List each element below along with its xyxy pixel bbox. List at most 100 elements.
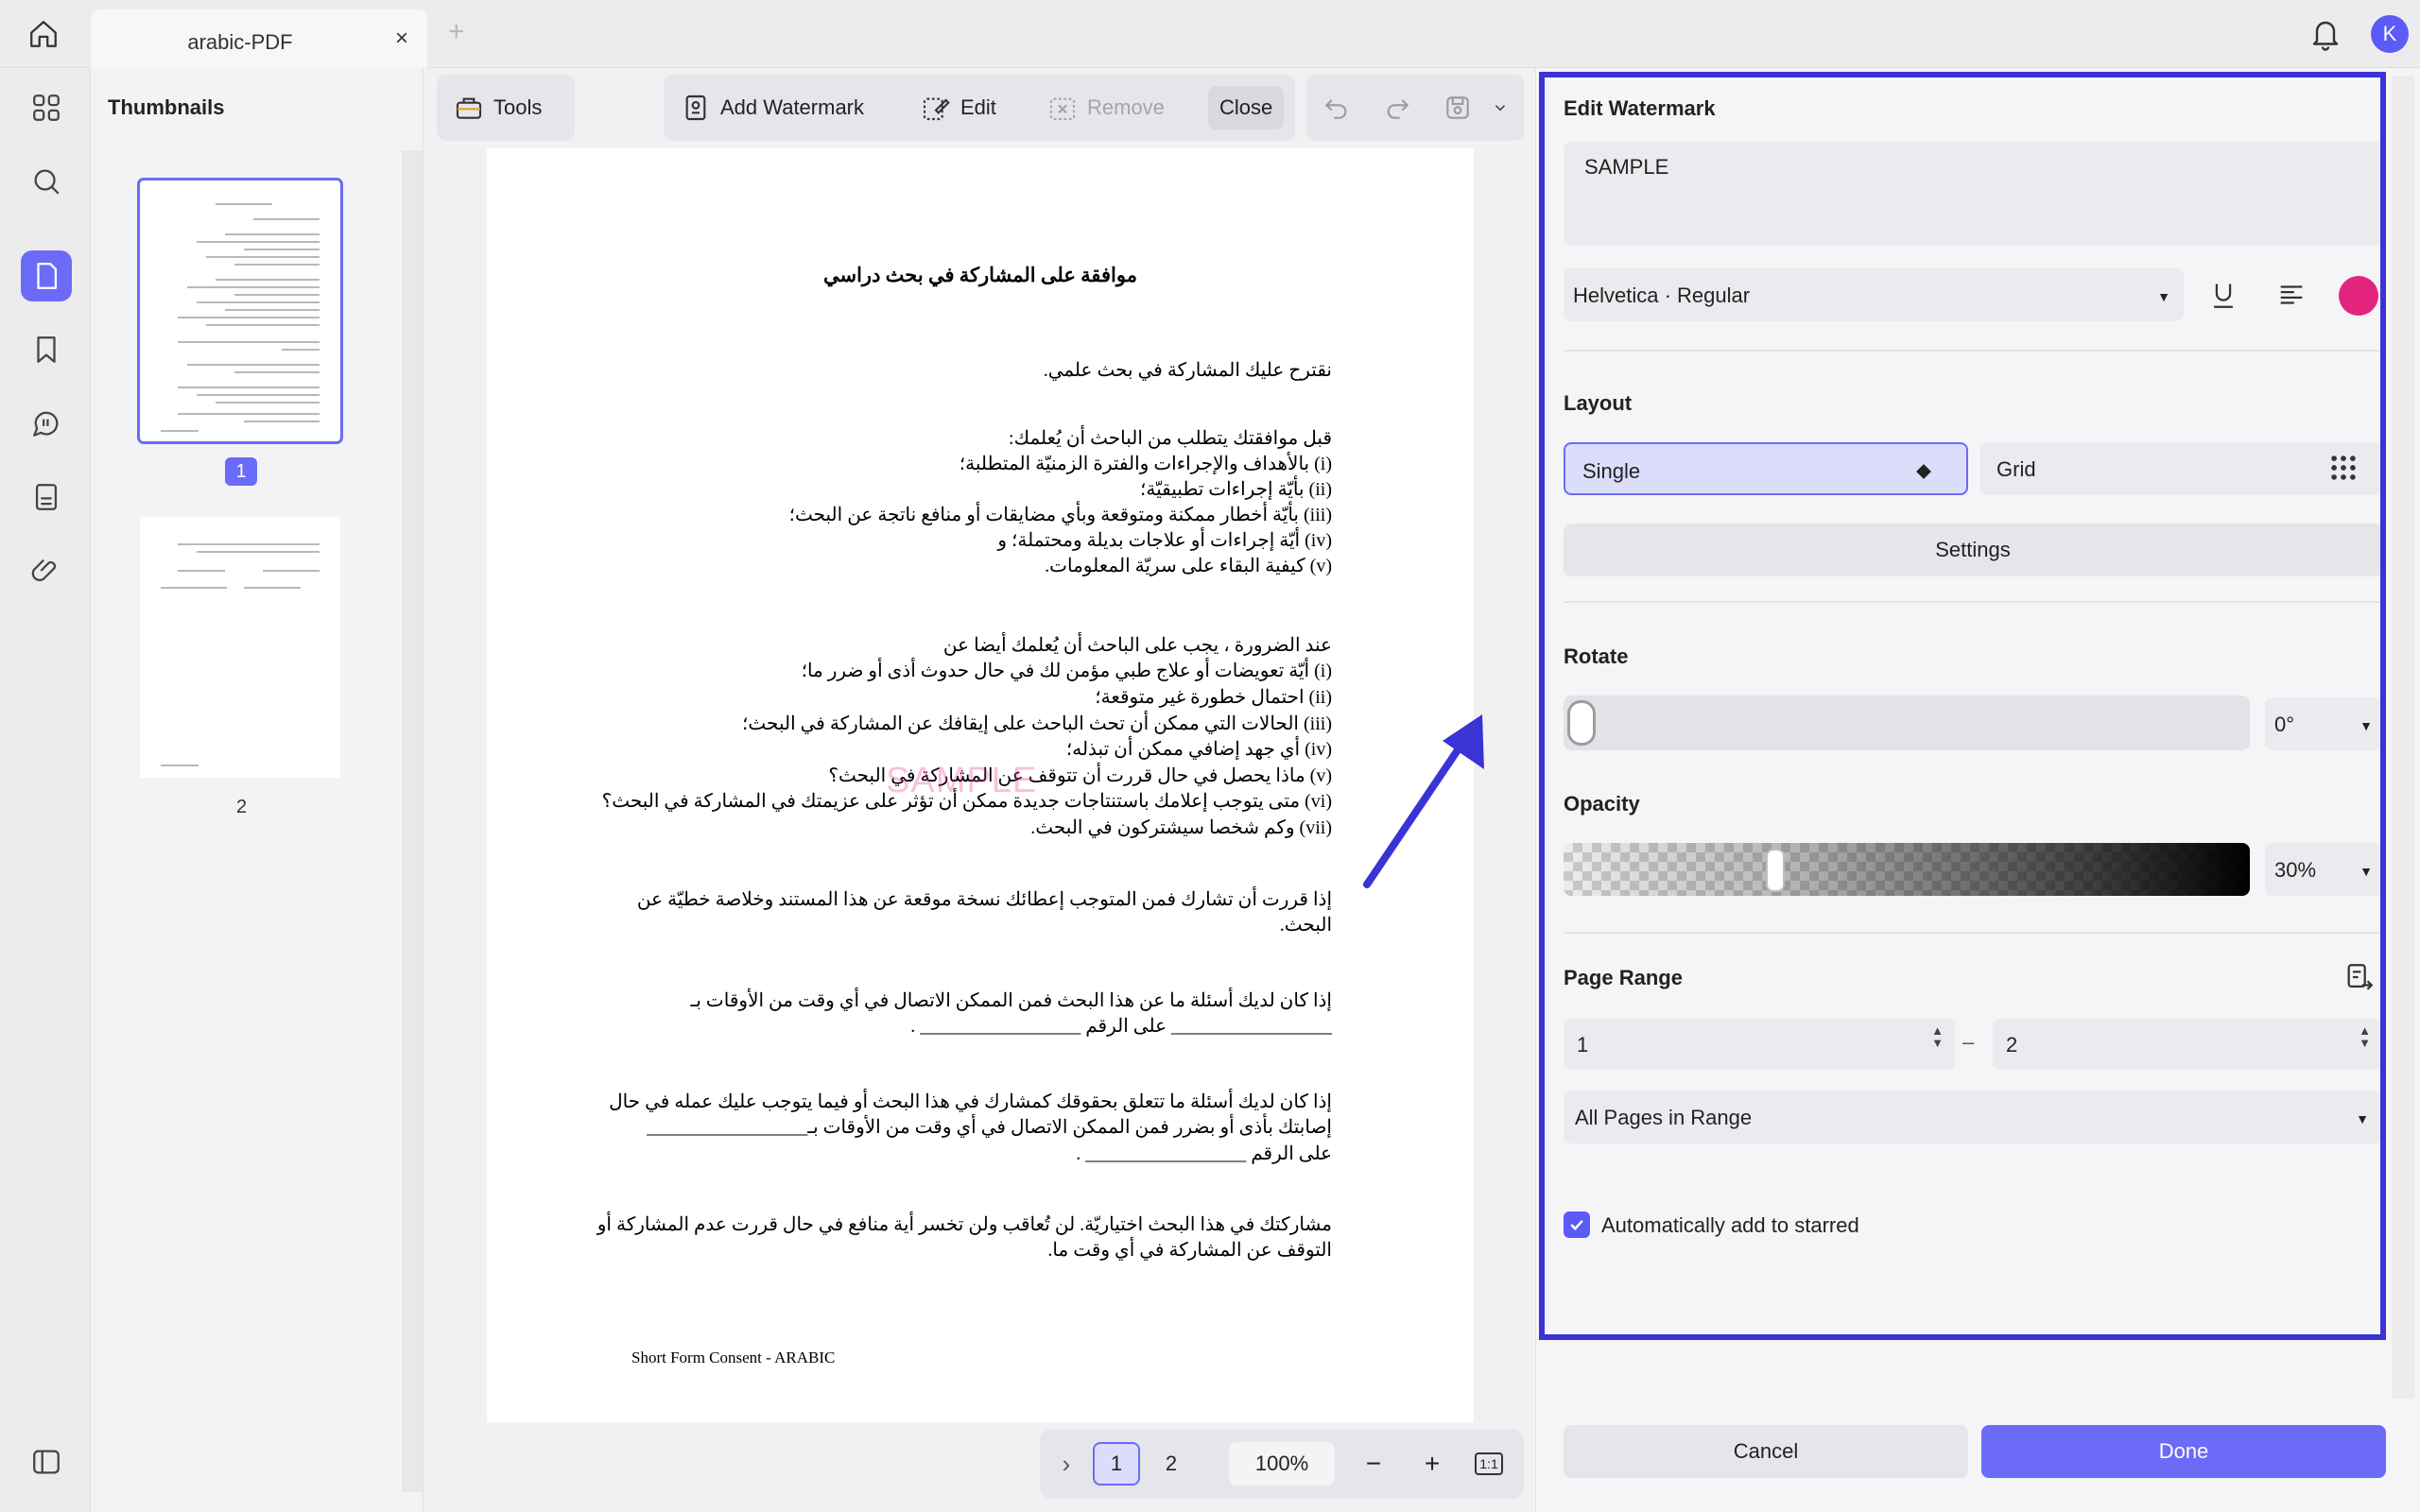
range-to-input[interactable]: 2 ▲▼ xyxy=(1993,1019,2382,1070)
doc-line: (vii) وكم شخصا سيشتركون في البحث. xyxy=(1030,816,1332,839)
thumbnails-title: Thumbnails xyxy=(108,95,224,120)
align-icon[interactable] xyxy=(2271,274,2312,316)
done-button[interactable]: Done xyxy=(1981,1425,2386,1478)
doc-line: إذا كان لديك أسئلة ما عن هذا البحث فمن ا… xyxy=(691,988,1333,1012)
font-value: Helvetica · Regular xyxy=(1573,284,1750,307)
rotate-value-select[interactable]: 0° ▼ xyxy=(2265,697,2382,750)
settings-button[interactable]: Settings xyxy=(1564,524,2382,576)
watermark-text-input[interactable]: SAMPLE xyxy=(1564,142,2382,246)
cancel-button[interactable]: Cancel xyxy=(1564,1425,1968,1478)
range-from-stepper-icon[interactable]: ▲▼ xyxy=(1931,1024,1944,1049)
page-thumbnail-1[interactable] xyxy=(140,180,340,441)
search-icon[interactable] xyxy=(21,156,72,207)
doc-line: (ii) بأيّة إجراءات تطبيقيّة؛ xyxy=(1140,477,1332,501)
page-icon[interactable] xyxy=(21,250,72,301)
doc-line: إذا كان لديك أسئلة ما تتعلق بحقوقك كمشار… xyxy=(609,1090,1332,1113)
remove-button[interactable]: Remove xyxy=(1036,86,1176,129)
bookmark-icon[interactable] xyxy=(21,324,72,375)
panel-scrollbar[interactable] xyxy=(2392,76,2414,1399)
rotate-slider-thumb[interactable] xyxy=(1567,700,1596,746)
watermark-toolbar: Add Watermark Edit Remove Close xyxy=(664,75,1295,141)
opacity-slider-thumb[interactable] xyxy=(1766,849,1785,892)
page-navigation: › 1 2 100% − + 1:1 xyxy=(1040,1429,1524,1499)
add-watermark-label: Add Watermark xyxy=(720,95,864,120)
layout-label: Layout xyxy=(1564,391,1632,416)
layout-single-option[interactable]: Single xyxy=(1564,442,1968,495)
doc-line: عند الضرورة ، يجب على الباحث أن يُعلمك أ… xyxy=(943,633,1332,657)
opacity-caret-icon: ▼ xyxy=(2360,864,2373,879)
tools-label: Tools xyxy=(493,95,542,120)
edit-label: Edit xyxy=(960,95,996,120)
doc-line: إذا قررت أن تشارك فمن المتوجب إعطائك نسخ… xyxy=(637,887,1332,911)
page-range-options-icon[interactable] xyxy=(2339,956,2380,998)
doc-line: على الرقم _________________ . xyxy=(1076,1142,1332,1165)
text-color-swatch[interactable] xyxy=(2339,276,2378,316)
opacity-slider[interactable] xyxy=(1564,843,2250,896)
tools-group: Tools xyxy=(437,75,575,141)
pdf-page: موافقة على المشاركة في بحث دراسي نقترح ع… xyxy=(487,148,1474,1422)
zoom-out-icon[interactable]: − xyxy=(1352,1442,1395,1486)
font-dropdown[interactable]: Helvetica · Regular ▼ xyxy=(1564,268,2184,321)
divider xyxy=(1564,932,2382,934)
user-avatar[interactable]: K xyxy=(2371,15,2409,53)
attachment-icon[interactable] xyxy=(21,545,72,596)
layout-single-label: Single xyxy=(1582,459,1640,483)
save-menu-chevron-icon[interactable] xyxy=(1488,86,1512,129)
sidebar-toggle-icon[interactable] xyxy=(21,1436,72,1487)
auto-star-label[interactable]: Automatically add to starred xyxy=(1601,1213,1859,1238)
doc-line: (iv) أيّة إجراءات أو علاجات بديلة ومحتمل… xyxy=(997,528,1332,552)
home-icon[interactable] xyxy=(25,15,62,53)
form-icon[interactable] xyxy=(21,472,72,523)
doc-line: مشاركتك في هذا البحث اختياريّة. لن تُعاق… xyxy=(597,1212,1332,1236)
tab-bar: arabic-PDF × + K xyxy=(0,0,2420,68)
tools-button[interactable]: Tools xyxy=(442,86,553,129)
left-rail xyxy=(0,69,91,1512)
tab-title: arabic-PDF xyxy=(91,30,389,55)
doc-line: البحث. xyxy=(1280,913,1332,936)
doc-line: قبل موافقتك يتطلب من الباحث أن يُعلمك: xyxy=(1009,426,1332,450)
zoom-in-icon[interactable]: + xyxy=(1410,1442,1454,1486)
comment-icon[interactable] xyxy=(21,398,72,449)
range-mode-dropdown[interactable]: All Pages in Range ▼ xyxy=(1564,1091,2382,1143)
bell-icon[interactable] xyxy=(2308,15,2342,53)
layout-grid-option[interactable]: Grid xyxy=(1979,442,2382,495)
range-mode-caret-icon: ▼ xyxy=(2356,1111,2369,1126)
remove-label: Remove xyxy=(1087,95,1165,120)
doc-line: (v) كيفية البقاء على سريّة المعلومات. xyxy=(1045,554,1332,577)
underline-icon[interactable] xyxy=(2203,274,2244,316)
document-tab[interactable]: arabic-PDF × xyxy=(91,9,427,68)
edit-button[interactable]: Edit xyxy=(909,86,1008,129)
thumbnails-scrollbar[interactable] xyxy=(402,150,423,1492)
auto-star-checkbox[interactable] xyxy=(1564,1211,1590,1238)
rotate-slider[interactable] xyxy=(1564,696,2250,750)
range-to-stepper-icon[interactable]: ▲▼ xyxy=(2359,1024,2371,1049)
page-thumbnail-2[interactable] xyxy=(140,517,340,778)
redo-icon[interactable] xyxy=(1374,86,1420,129)
thumbnails-panel: Thumbnails 1 2 xyxy=(91,69,424,1512)
page-button-2[interactable]: 2 xyxy=(1148,1442,1195,1486)
opacity-value: 30% xyxy=(2274,858,2316,882)
annotation-arrow-up xyxy=(1352,707,1494,896)
grid-dots-icon xyxy=(2327,452,2360,484)
save-icon[interactable] xyxy=(1437,86,1478,129)
zoom-level[interactable]: 100% xyxy=(1229,1442,1335,1486)
opacity-value-select[interactable]: 30% ▼ xyxy=(2265,843,2382,896)
new-tab-icon[interactable]: + xyxy=(448,17,465,47)
page-button-1[interactable]: 1 xyxy=(1093,1442,1140,1486)
watermark-preview[interactable]: SAMPLE xyxy=(886,761,1037,801)
close-button[interactable]: Close xyxy=(1208,86,1284,129)
toolbox-icon xyxy=(454,93,484,123)
undo-icon[interactable] xyxy=(1314,86,1359,129)
expand-nav-icon[interactable]: › xyxy=(1051,1442,1081,1486)
actual-size-icon[interactable]: 1:1 xyxy=(1467,1442,1511,1486)
range-to-value: 2 xyxy=(2006,1033,2017,1057)
layout-grid-label: Grid xyxy=(1996,457,2036,481)
checkmark-icon xyxy=(1567,1215,1586,1234)
tab-close-icon[interactable]: × xyxy=(389,26,414,51)
add-watermark-button[interactable]: Add Watermark xyxy=(669,86,875,129)
doc-line: إصابتك بأذى أو بضرر فمن الممكن الاتصال ف… xyxy=(647,1115,1332,1139)
page-range-label: Page Range xyxy=(1564,966,1683,990)
doc-line: (ii) احتمال خطورة غير متوقعة؛ xyxy=(1095,685,1332,709)
apps-icon[interactable] xyxy=(21,82,72,133)
range-from-input[interactable]: 1 ▲▼ xyxy=(1564,1019,1955,1070)
